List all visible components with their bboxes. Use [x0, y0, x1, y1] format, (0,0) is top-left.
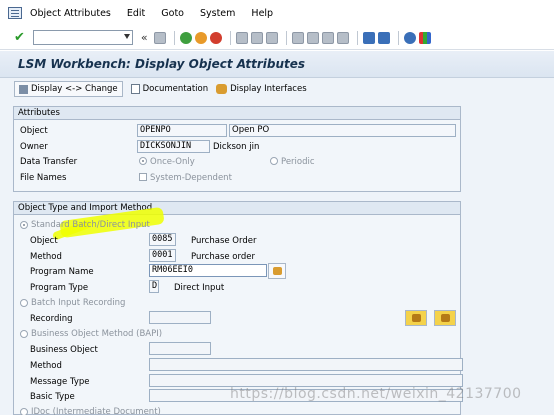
object-description: Open PO — [229, 124, 456, 137]
first-page-icon[interactable] — [291, 31, 304, 44]
glasses-icon — [441, 314, 450, 322]
object-label: Object — [20, 126, 48, 136]
last-page-icon[interactable] — [336, 31, 349, 44]
watermark: https://blog.csdn.net/weixin_42137700 — [230, 386, 522, 402]
recording-display-button[interactable] — [434, 310, 456, 326]
documentation-label: Documentation — [142, 84, 209, 94]
menu-bar: Object Attributes Edit Goto System Help — [0, 0, 554, 26]
toolbar-separator — [356, 30, 358, 45]
document-icon — [130, 84, 140, 94]
find-next-icon[interactable] — [265, 31, 278, 44]
idoc-label: IDoc (Intermediate Document) — [31, 407, 161, 415]
standard-toolbar: ✔ « — [0, 26, 554, 50]
display-change-label: Display <-> Change — [31, 84, 118, 94]
standard-batch-label: Standard Batch/Direct Input — [31, 220, 150, 230]
collapse-command-icon[interactable]: « — [141, 31, 148, 44]
display-change-icon — [19, 84, 28, 94]
import-method-heading: Object Type and Import Method — [14, 202, 460, 215]
owner-label: Owner — [20, 142, 48, 152]
im-method-label: Method — [30, 252, 62, 262]
display-change-button[interactable]: Display <-> Change — [14, 81, 123, 97]
toolbar-separator — [229, 30, 231, 45]
toolbar-separator — [397, 30, 399, 45]
menu-edit[interactable]: Edit — [127, 8, 145, 19]
customize-layout-icon[interactable] — [418, 31, 431, 44]
previous-page-icon[interactable] — [306, 31, 319, 44]
system-dependent-label: System-Dependent — [150, 173, 232, 183]
toolbar-separator — [285, 30, 287, 45]
im-object-label: Object — [30, 236, 58, 246]
chevron-down-icon[interactable] — [123, 34, 130, 39]
page-title: LSM Workbench: Display Object Attributes — [18, 57, 306, 71]
toolbar-separator — [173, 30, 175, 45]
menu-system[interactable]: System — [200, 8, 235, 19]
menu-help[interactable]: Help — [251, 8, 273, 19]
object-field[interactable]: OPENPO — [137, 124, 227, 137]
im-object-field[interactable]: 0085 — [149, 233, 176, 246]
file-names-label: File Names — [20, 173, 67, 183]
save-icon[interactable] — [153, 31, 166, 44]
command-field[interactable] — [32, 30, 133, 45]
program-name-label: Program Name — [30, 267, 94, 277]
bo-method-field[interactable] — [149, 358, 463, 371]
glasses-icon — [273, 267, 282, 275]
display-interfaces-label: Display Interfaces — [230, 84, 307, 94]
business-object-field[interactable] — [149, 342, 211, 355]
interfaces-icon — [216, 84, 228, 94]
im-object-description: Purchase Order — [191, 236, 257, 246]
im-method-field[interactable]: 0001 — [149, 249, 176, 262]
cancel-icon[interactable] — [209, 31, 222, 44]
business-object-label: Business Object — [30, 345, 98, 355]
business-object-method-label: Business Object Method (BAPI) — [31, 329, 163, 339]
im-method-description: Purchase order — [191, 252, 255, 262]
attributes-heading: Attributes — [14, 107, 460, 120]
menu-goto[interactable]: Goto — [161, 8, 184, 19]
idoc-radio[interactable] — [20, 408, 28, 415]
batch-input-recording-radio[interactable] — [20, 299, 28, 307]
standard-batch-radio[interactable] — [20, 221, 28, 229]
once-only-label: Once-Only — [150, 157, 195, 167]
next-page-icon[interactable] — [321, 31, 334, 44]
periodic-radio[interactable] — [270, 157, 278, 165]
exit-icon[interactable] — [194, 31, 207, 44]
help-icon[interactable] — [403, 31, 416, 44]
back-icon[interactable] — [179, 31, 192, 44]
shortcut-icon[interactable] — [377, 31, 390, 44]
once-only-radio[interactable] — [139, 157, 147, 165]
program-display-button[interactable] — [268, 263, 286, 279]
batch-input-recording-label: Batch Input Recording — [31, 298, 126, 308]
print-icon[interactable] — [235, 31, 248, 44]
program-type-field[interactable]: D — [149, 280, 159, 293]
program-name-field[interactable]: RM06EEI0 — [149, 264, 267, 277]
system-dependent-checkbox[interactable] — [139, 173, 147, 181]
message-type-label: Message Type — [30, 377, 90, 387]
owner-field[interactable]: DICKSONJIN — [137, 140, 210, 153]
recording-overview-button[interactable] — [405, 310, 427, 326]
application-toolbar: Display <-> Change Documentation Display… — [0, 78, 554, 100]
create-session-icon[interactable] — [362, 31, 375, 44]
title-bar: LSM Workbench: Display Object Attributes — [0, 51, 554, 78]
window-menu-icon[interactable] — [8, 7, 22, 19]
business-object-method-radio[interactable] — [20, 330, 28, 338]
pencil-icon — [412, 314, 421, 322]
owner-description: Dickson jin — [213, 142, 260, 152]
display-interfaces-button[interactable]: Display Interfaces — [216, 84, 307, 94]
recording-field[interactable] — [149, 311, 211, 324]
basic-type-label: Basic Type — [30, 392, 75, 402]
program-type-description: Direct Input — [174, 283, 225, 293]
program-type-label: Program Type — [30, 283, 89, 293]
enter-icon[interactable]: ✔ — [14, 30, 25, 45]
data-transfer-label: Data Transfer — [20, 157, 78, 167]
documentation-button[interactable]: Documentation — [130, 84, 209, 94]
menu-object-attributes[interactable]: Object Attributes — [30, 8, 111, 19]
periodic-label: Periodic — [281, 157, 315, 167]
recording-label: Recording — [30, 314, 73, 324]
find-icon[interactable] — [250, 31, 263, 44]
bo-method-label: Method — [30, 361, 62, 371]
